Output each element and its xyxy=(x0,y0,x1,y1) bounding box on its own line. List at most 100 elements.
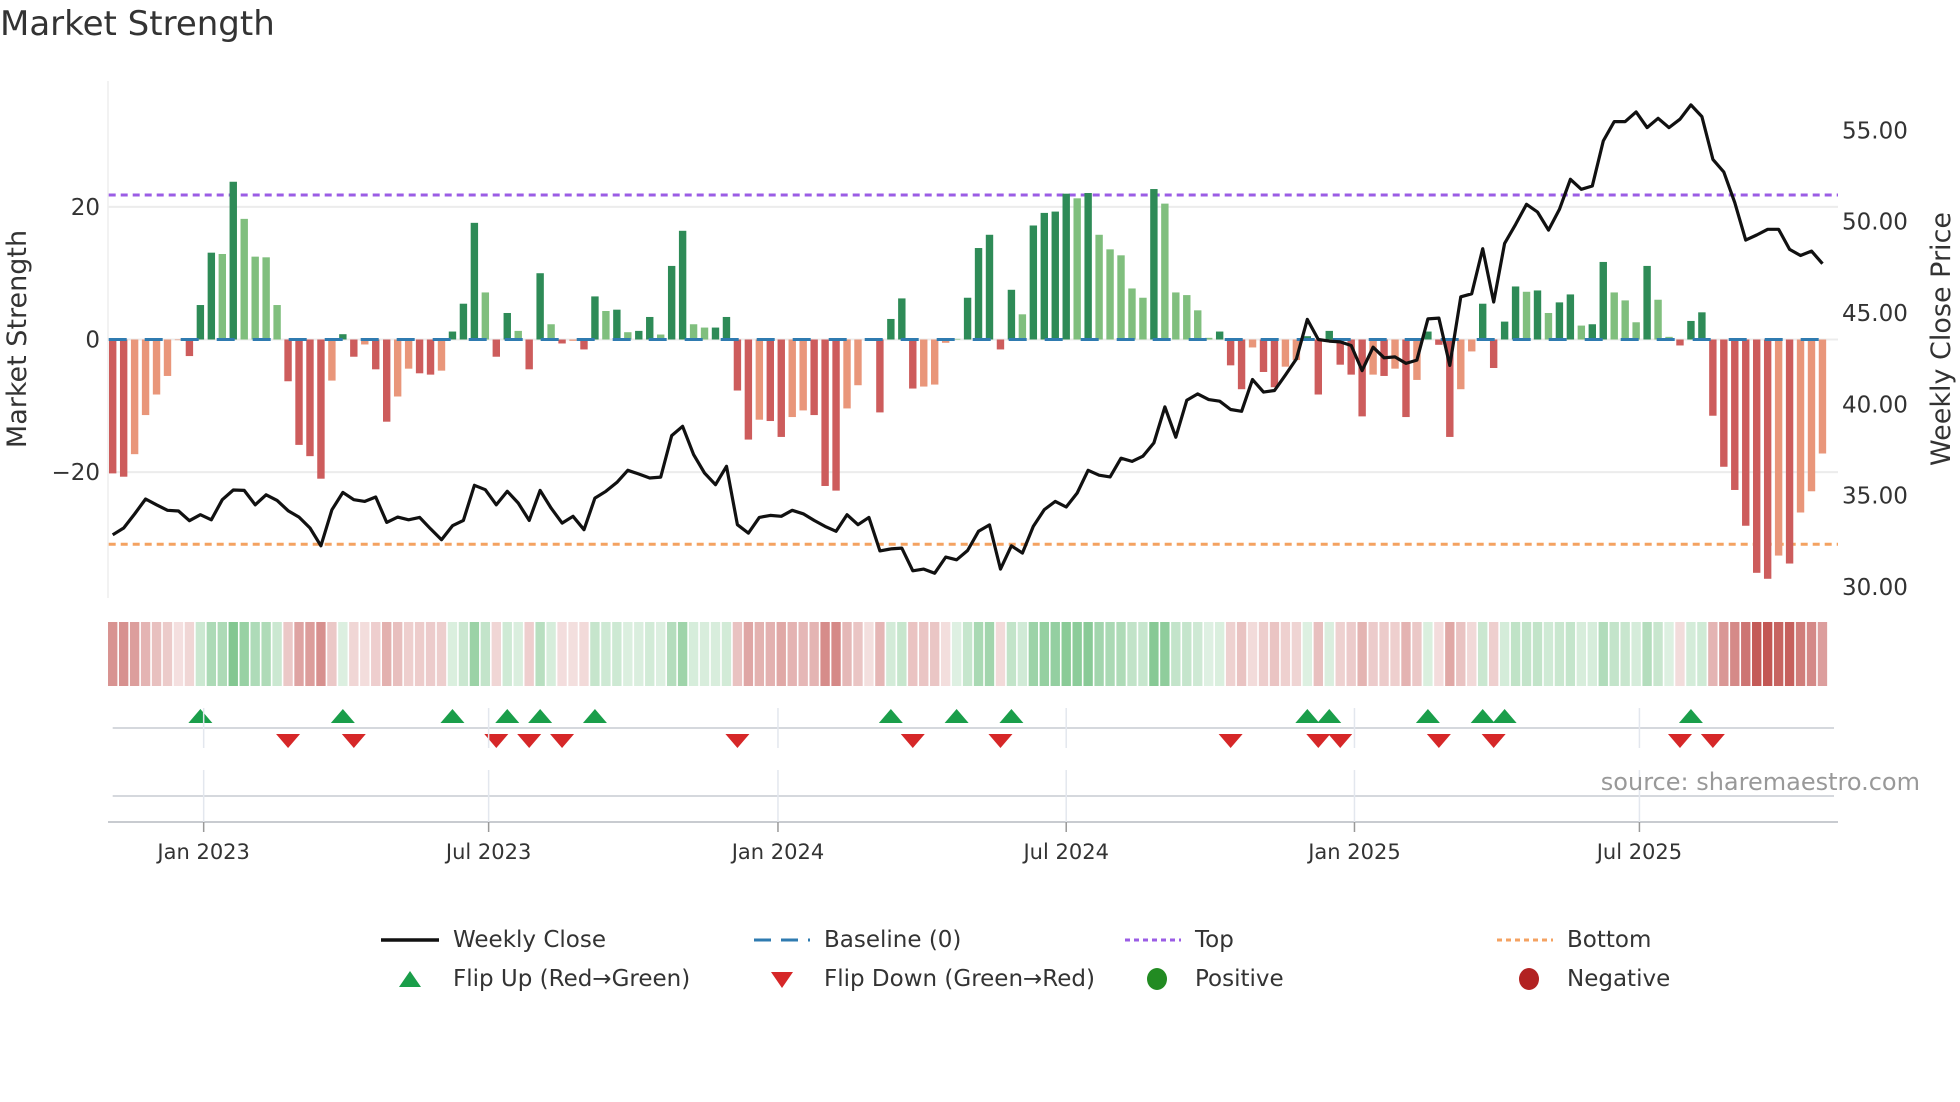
strip-cell xyxy=(1335,622,1345,686)
strip-cell xyxy=(656,622,666,686)
flip-up-marker xyxy=(1470,709,1495,723)
flip-down-marker xyxy=(1306,734,1331,748)
strength-bar xyxy=(492,339,500,357)
strength-bar xyxy=(1106,249,1114,340)
flip-up-marker xyxy=(878,709,903,723)
strip-cell xyxy=(1313,622,1323,686)
strength-bar xyxy=(1522,291,1531,340)
strip-cell xyxy=(886,622,896,686)
strength-bar xyxy=(898,298,906,340)
strength-bar xyxy=(1040,212,1048,340)
strength-bar xyxy=(437,339,446,371)
strength-bar xyxy=(152,339,161,395)
strip-cell xyxy=(1302,622,1313,686)
strength-bar xyxy=(909,339,917,389)
y2-tick-label: 50.00 xyxy=(1842,210,1908,236)
strength-bar xyxy=(678,230,687,340)
strength-bar xyxy=(306,339,314,457)
strip-cell xyxy=(173,622,184,686)
strip-cell xyxy=(261,622,271,686)
strip-cell xyxy=(776,622,786,686)
strength-bar xyxy=(1062,193,1070,340)
strength-bar xyxy=(722,316,731,340)
strip-cell xyxy=(1193,622,1203,686)
strength-bar xyxy=(996,339,1005,350)
strip-cell xyxy=(1795,622,1806,686)
strength-bar xyxy=(755,339,764,420)
strength-bar xyxy=(1007,289,1016,340)
strip-cell xyxy=(294,622,304,686)
strip-cell xyxy=(1379,622,1389,686)
strength-bar xyxy=(426,339,435,375)
y-axis-label: Market Strength xyxy=(2,230,33,448)
strength-bar xyxy=(667,265,676,340)
strength-bar xyxy=(1511,286,1520,340)
strip-cell xyxy=(217,622,227,686)
strip-cell xyxy=(546,622,556,686)
flip-down-marker xyxy=(1700,734,1725,748)
strip-cell xyxy=(316,622,326,686)
strength-bar xyxy=(1544,312,1553,340)
x-tick-label: Jul 2023 xyxy=(444,840,531,864)
strip-cell xyxy=(1686,622,1696,686)
strip-cell xyxy=(1784,622,1795,686)
strength-bar xyxy=(481,292,490,340)
y2-axis-label: Weekly Close Price xyxy=(1926,212,1957,466)
strength-bar xyxy=(251,256,259,340)
strip-cell xyxy=(787,622,797,686)
strength-bar xyxy=(1084,193,1092,340)
strength-bar xyxy=(1796,339,1805,513)
strength-bar xyxy=(196,305,205,340)
flip-up-marker xyxy=(999,709,1024,723)
flip-up-marker xyxy=(582,709,607,723)
strip-cell xyxy=(239,622,249,686)
strip-cell xyxy=(392,622,403,686)
reference-lines xyxy=(108,193,1838,546)
strip-cell xyxy=(962,622,973,686)
strength-bar xyxy=(1215,331,1224,340)
strength-bar xyxy=(1183,295,1191,340)
strip-cell xyxy=(1346,622,1356,686)
strip-cell xyxy=(765,622,775,686)
flip-up-marker xyxy=(495,709,520,723)
strength-bar xyxy=(1237,339,1246,390)
strip-cell xyxy=(1357,622,1367,686)
strip-cell xyxy=(875,622,885,686)
strength-bar xyxy=(328,339,336,381)
strength-bar xyxy=(974,248,983,340)
flip-up-marker xyxy=(1415,709,1440,723)
strip-cell xyxy=(1149,622,1159,686)
strip-cell xyxy=(1467,622,1477,686)
strength-bar xyxy=(240,218,248,340)
strength-bar xyxy=(383,339,391,422)
strength-bar xyxy=(1687,320,1695,340)
strip-cell xyxy=(1565,622,1576,686)
strip-cell xyxy=(699,622,710,686)
flip-down-marker xyxy=(725,734,750,748)
strength-bar xyxy=(832,339,840,491)
strength-bar xyxy=(799,339,807,411)
strip-cell xyxy=(1762,622,1773,686)
strip-cell xyxy=(129,622,140,686)
axes: Jan 2023 Jul 2023 Jan 2024 Jul 2024 Jan 2025… xyxy=(51,118,1907,864)
y-tick-label: −20 xyxy=(51,460,100,486)
strength-bar xyxy=(207,252,216,340)
strength-heat-strip xyxy=(108,622,1828,686)
strength-bar xyxy=(119,339,128,477)
strip-cell xyxy=(601,622,611,686)
strength-bar xyxy=(963,297,972,340)
y-tick-label: 20 xyxy=(71,195,100,221)
strip-cell xyxy=(1116,622,1126,686)
y2-tick-label: 30.00 xyxy=(1842,575,1908,601)
strength-bar xyxy=(1117,255,1125,340)
strength-bar xyxy=(525,339,533,370)
strength-bar xyxy=(821,339,829,486)
strength-bar xyxy=(810,339,818,416)
strength-bar xyxy=(1281,339,1290,367)
strip-cell xyxy=(1664,622,1674,686)
strength-bar xyxy=(1654,299,1662,340)
strip-cell xyxy=(1236,622,1247,686)
strip-cell xyxy=(568,622,578,686)
strip-cell xyxy=(1061,622,1071,686)
strip-cell xyxy=(1499,622,1510,686)
